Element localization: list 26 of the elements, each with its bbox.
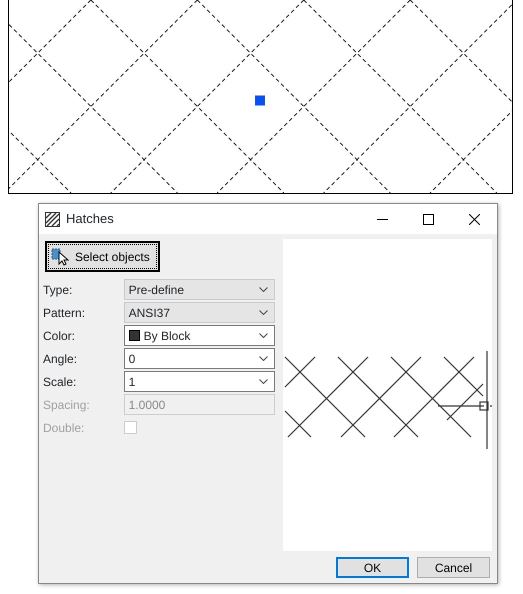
select-objects-button[interactable]: Select objects bbox=[45, 241, 160, 272]
hatch-icon bbox=[45, 212, 60, 226]
chevron-icon bbox=[259, 379, 268, 384]
window-title: Hatches bbox=[66, 210, 115, 228]
field-label: Angle: bbox=[43, 350, 78, 368]
field-label: Pattern: bbox=[43, 304, 86, 322]
dropdown[interactable]: Pre-define bbox=[124, 279, 275, 300]
chevron-icon bbox=[259, 310, 268, 315]
dropdown[interactable]: By Block bbox=[124, 325, 275, 346]
field-label: Type: bbox=[43, 282, 74, 298]
color-swatch-icon bbox=[128, 330, 140, 341]
chevron-icon bbox=[259, 287, 268, 292]
dropdown[interactable]: 1 bbox=[124, 371, 275, 392]
chevron-icon bbox=[259, 333, 268, 338]
dialog-button[interactable]: Cancel bbox=[417, 557, 490, 578]
field-label: Color: bbox=[43, 328, 76, 344]
grip-icon[interactable] bbox=[255, 96, 265, 106]
select-cursor-icon bbox=[51, 248, 69, 266]
field-label: Double: bbox=[43, 420, 86, 436]
crosshair-cursor-icon bbox=[437, 350, 492, 450]
field-label: Scale: bbox=[43, 374, 78, 390]
dropdown[interactable]: 0 bbox=[124, 348, 275, 369]
dialog-button[interactable]: OK bbox=[336, 557, 409, 578]
field-label: Spacing: bbox=[43, 396, 91, 414]
chevron-icon bbox=[259, 356, 268, 361]
dropdown[interactable]: ANSI37 bbox=[124, 302, 275, 323]
